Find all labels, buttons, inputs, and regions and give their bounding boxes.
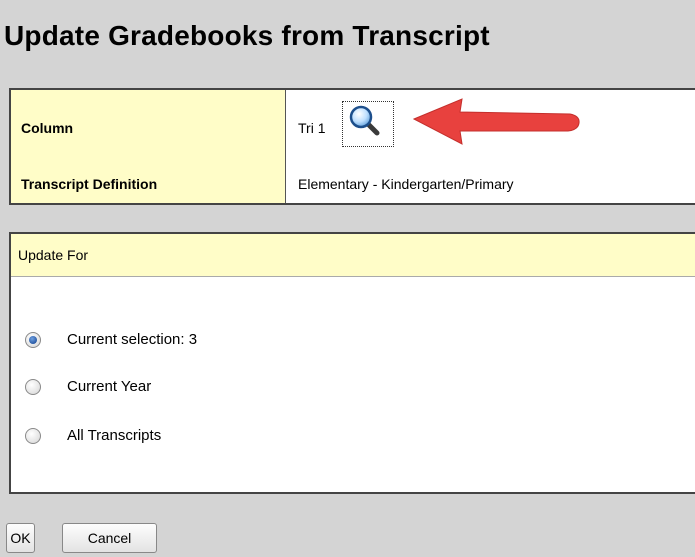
radio-button[interactable] (25, 428, 41, 444)
radio-label: Current selection: 3 (67, 331, 198, 348)
transcript-definition-value: Elementary - Kindergarten/Primary (298, 176, 514, 192)
transcript-definition-label: Transcript Definition (21, 176, 158, 192)
radio-button-selected[interactable] (25, 332, 41, 348)
fields-panel: Column Tri 1 Transcript Definition Eleme… (9, 88, 695, 205)
page-title: Update Gradebooks from Transcript (4, 20, 490, 51)
cancel-button[interactable]: Cancel (62, 523, 157, 553)
column-lookup-button[interactable] (342, 101, 394, 147)
column-value: Tri 1 (298, 120, 326, 136)
radio-label: All Transcripts (67, 427, 162, 444)
update-for-panel: Update For Current selection: 3 Current … (9, 232, 695, 494)
column-label: Column (21, 120, 74, 136)
update-for-header: Update For (11, 234, 695, 277)
update-for-title: Update For (18, 247, 89, 263)
red-arrow-annotation (412, 98, 580, 145)
radio-label: Current Year (67, 378, 152, 395)
magnifier-icon (349, 105, 380, 136)
radio-button[interactable] (25, 379, 41, 395)
ok-button[interactable]: OK (6, 523, 35, 553)
